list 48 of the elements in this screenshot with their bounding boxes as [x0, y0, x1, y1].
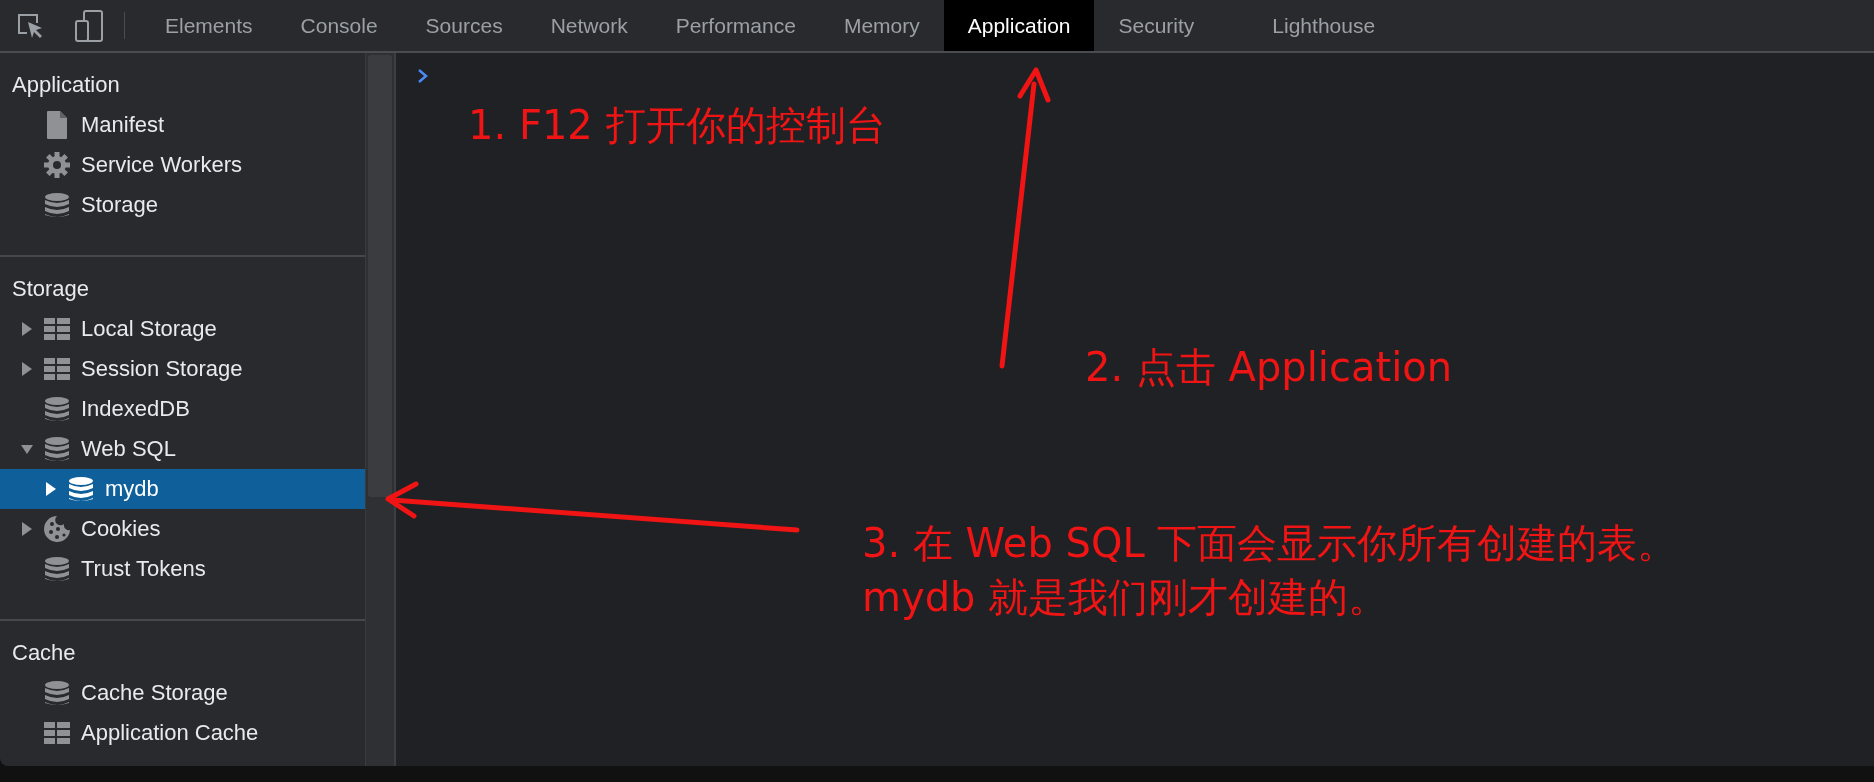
caret-right-icon[interactable] [21, 362, 33, 376]
caret-down-icon[interactable] [21, 442, 33, 456]
database-icon [44, 556, 70, 582]
table-icon [44, 358, 70, 380]
database-icon [44, 436, 70, 462]
device-toolbar-icon [74, 8, 104, 43]
tree-item[interactable]: Web SQL [0, 429, 365, 469]
tree-item[interactable]: Cache Storage [0, 673, 365, 713]
panel-tab[interactable]: Performance [651, 0, 820, 51]
panel-tab[interactable]: Application [943, 0, 1095, 51]
database-icon [44, 192, 70, 218]
panel-tab[interactable]: Sources [401, 0, 527, 51]
annotation-text: 1. F12 打开你的控制台 [468, 101, 886, 150]
tree-item[interactable]: mydb [0, 469, 365, 509]
section-heading: Storage [11, 275, 91, 303]
annotation-text: mydb 就是我们刚才创建的。 [862, 573, 1390, 622]
panel-tab[interactable]: Elements [141, 0, 277, 51]
section-heading: Application [11, 71, 121, 99]
panel-tab[interactable]: Lighthouse [1248, 0, 1400, 51]
database-icon [68, 476, 94, 502]
scrollbar-thumb[interactable] [368, 55, 392, 497]
tree-item[interactable]: Session Storage [0, 349, 365, 389]
table-icon [44, 722, 70, 744]
cookie-icon [43, 515, 71, 543]
annotation-text: 3. 在 Web SQL 下面会显示你所有创建的表。 [862, 519, 1678, 568]
panel-tab[interactable]: Network [526, 0, 652, 51]
annotation-text: 2. 点击 Application [1085, 343, 1453, 392]
tree-item[interactable]: Manifest [0, 105, 365, 145]
gear-icon [43, 151, 71, 179]
caret-right-icon[interactable] [21, 522, 33, 536]
database-icon [44, 680, 70, 706]
tree-item[interactable]: Local Storage [0, 309, 365, 349]
section-heading: Cache [11, 639, 77, 667]
tree-item[interactable]: Service Workers [0, 145, 365, 185]
tree-item[interactable]: Application Cache [0, 713, 365, 753]
caret-right-icon[interactable] [45, 482, 57, 496]
table-icon [44, 318, 70, 340]
prompt-icon [416, 67, 430, 85]
panel-tab[interactable]: Security [1094, 0, 1249, 51]
panel-tab[interactable]: Memory [819, 0, 944, 51]
panel-tab[interactable]: Console [276, 0, 402, 51]
caret-right-icon[interactable] [21, 322, 33, 336]
tree-item[interactable]: Cookies [0, 509, 365, 549]
tree-item[interactable]: Trust Tokens [0, 549, 365, 589]
document-icon [44, 110, 70, 140]
database-icon [44, 396, 70, 422]
tree-item[interactable]: IndexedDB [0, 389, 365, 429]
tree-item[interactable]: Storage [0, 185, 365, 225]
